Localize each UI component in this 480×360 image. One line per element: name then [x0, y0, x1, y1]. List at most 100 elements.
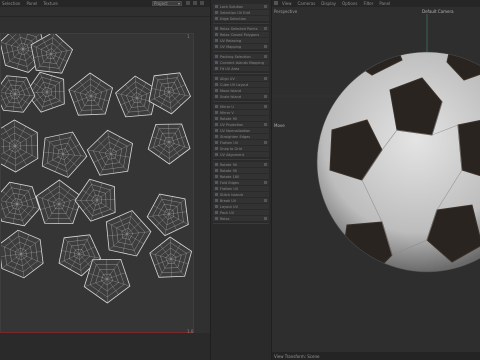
tool-separator	[213, 223, 269, 224]
tool-icon	[215, 83, 218, 86]
option-toggle[interactable]	[264, 27, 267, 30]
uv-status-area	[0, 333, 210, 360]
option-toggle[interactable]	[264, 5, 267, 8]
tool-icon	[215, 27, 218, 30]
tool-label: Fit UV Area	[220, 66, 240, 71]
tool-button[interactable]: Pack UV	[213, 210, 269, 215]
tool-separator	[213, 73, 269, 74]
uv-corner-top: 1	[187, 34, 190, 39]
uv-island	[1, 119, 39, 173]
tool-label: Cube UV Layout	[220, 82, 249, 87]
tool-button[interactable]: Relax Selected Points	[213, 26, 269, 31]
tool-separator	[213, 101, 269, 102]
tool-button[interactable]: Packing Selection	[213, 54, 269, 59]
grid-icon[interactable]	[186, 1, 190, 5]
option-toggle[interactable]	[264, 181, 267, 184]
uv-toolbar-icons	[186, 1, 204, 5]
option-toggle[interactable]	[264, 123, 267, 126]
settings-icon[interactable]	[200, 1, 204, 5]
tool-button[interactable]: Scale Island	[213, 94, 269, 99]
tool-icon	[215, 105, 218, 108]
tool-button[interactable]: Flatten UV	[213, 140, 269, 145]
tool-button[interactable]: Rotate 90	[213, 116, 269, 121]
tool-label: Align UV	[220, 76, 235, 81]
tool-button[interactable]: Align UV	[213, 76, 269, 81]
menu-panel[interactable]: Panel	[26, 1, 37, 6]
chevron-down-icon: ▾	[177, 1, 180, 6]
menu-display[interactable]: Display	[321, 1, 336, 6]
viewport-status-bar: View Transform: Scene	[272, 352, 480, 360]
tool-button[interactable]: UV Mapping	[213, 44, 269, 49]
tool-icon	[215, 67, 218, 70]
tool-button[interactable]: UV Normalization	[213, 128, 269, 133]
tool-label: UV Alignment	[220, 152, 245, 157]
tool-button[interactable]: UV Projection	[213, 122, 269, 127]
option-toggle[interactable]	[264, 95, 267, 98]
menu-texture[interactable]: Texture	[43, 1, 58, 6]
tool-button[interactable]: Fit UV Area	[213, 66, 269, 71]
uv-island	[74, 178, 116, 222]
option-toggle[interactable]	[264, 141, 267, 144]
tool-label: Rotate 180	[220, 174, 240, 179]
option-toggle[interactable]	[264, 199, 267, 202]
option-toggle[interactable]	[264, 163, 267, 166]
tool-button[interactable]: UV Relaxing	[213, 38, 269, 43]
uv-island	[41, 131, 88, 178]
uv-island	[68, 72, 114, 116]
tool-button[interactable]: Layout UV	[213, 204, 269, 209]
layer-select-dropdown[interactable]: Project ▾	[152, 1, 182, 6]
nav-icon[interactable]	[274, 1, 278, 5]
tool-button[interactable]: Mirror V	[213, 110, 269, 115]
tool-button[interactable]: Straighten Edges	[213, 134, 269, 139]
tool-icon	[215, 89, 218, 92]
tool-icon	[215, 39, 218, 42]
tool-button[interactable]: Connect Islands Mapping	[213, 60, 269, 65]
tool-icon	[215, 95, 218, 98]
tool-button[interactable]: Flatten UV	[213, 186, 269, 191]
option-toggle[interactable]	[264, 45, 267, 48]
tool-separator	[213, 159, 269, 160]
tool-button[interactable]: Edge Selection	[213, 16, 269, 21]
tool-separator	[213, 23, 269, 24]
uv-canvas[interactable]	[0, 33, 194, 333]
tool-label: Snap to Grid	[220, 146, 242, 151]
tool-button[interactable]: Snap to Grid	[213, 146, 269, 151]
menu-filter[interactable]: Filter	[363, 1, 373, 6]
snap-icon[interactable]	[193, 1, 197, 5]
tool-icon	[215, 135, 218, 138]
option-toggle[interactable]	[264, 105, 267, 108]
option-toggle[interactable]	[264, 77, 267, 80]
tool-button[interactable]: Rotate 90	[213, 162, 269, 167]
tool-label: Rotate 90	[220, 168, 238, 173]
tool-button[interactable]: Mirror U	[213, 104, 269, 109]
uv-island	[146, 193, 189, 237]
tool-button[interactable]: Selection UV Edit	[213, 10, 269, 15]
tool-button[interactable]: Lock Solution	[213, 4, 269, 9]
menu-options[interactable]: Options	[342, 1, 357, 6]
tool-button[interactable]: Relax Closed Polygons	[213, 32, 269, 37]
tool-icon	[215, 181, 218, 184]
tool-label: Rotate 90	[220, 116, 238, 121]
tool-label: Edge Selection	[220, 16, 247, 21]
tool-button[interactable]: Relax	[213, 216, 269, 221]
tool-button[interactable]: Cube UV Layout	[213, 82, 269, 87]
tool-label: Mirror U	[220, 104, 234, 109]
tool-button[interactable]: Fold Edges	[213, 180, 269, 185]
tool-label: Relax	[220, 216, 230, 221]
option-toggle[interactable]	[264, 217, 267, 220]
menu-panel-vp[interactable]: Panel	[379, 1, 390, 6]
tool-label: Packing Selection	[220, 54, 251, 59]
tool-button[interactable]: Break UV	[213, 198, 269, 203]
option-toggle[interactable]	[264, 55, 267, 58]
tool-icon	[215, 175, 218, 178]
tool-button[interactable]: UV Alignment	[213, 152, 269, 157]
tool-button[interactable]: Rotate 180	[213, 174, 269, 179]
tool-button[interactable]: Rotate 90	[213, 168, 269, 173]
tool-button[interactable]: Stitch Islands	[213, 192, 269, 197]
menu-view[interactable]: View	[282, 1, 292, 6]
tool-button[interactable]: Move Island	[213, 88, 269, 93]
3d-viewport[interactable]: View Cameras Display Options Filter Pane…	[272, 0, 480, 360]
menu-selection[interactable]: Selection	[2, 1, 20, 6]
tool-icon	[215, 55, 218, 58]
menu-cameras[interactable]: Cameras	[298, 1, 316, 6]
